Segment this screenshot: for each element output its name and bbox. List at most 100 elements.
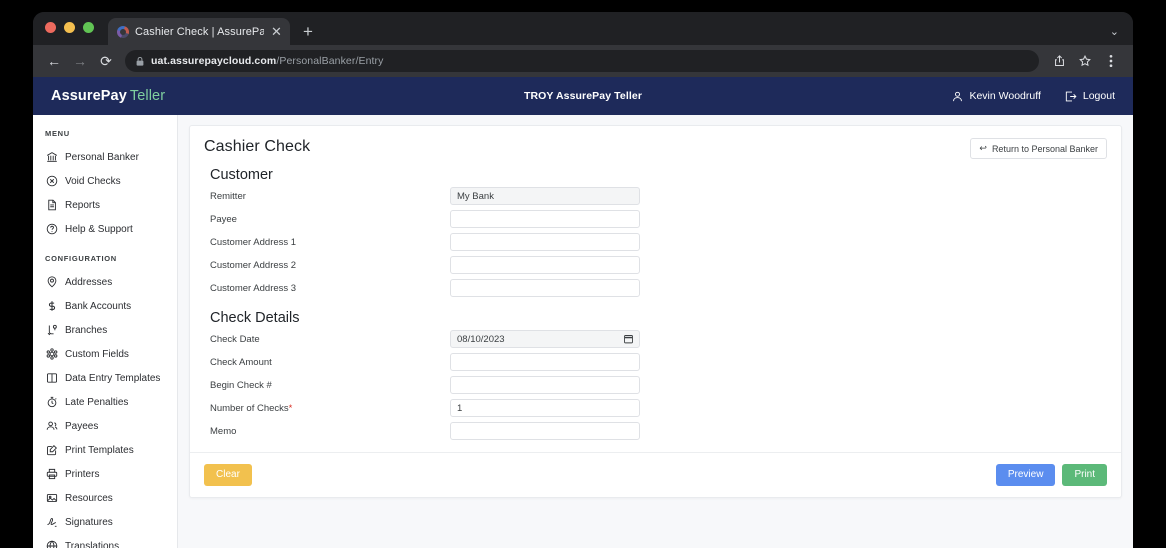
brand-suffix: Teller	[129, 88, 166, 104]
field-label: Check Date	[210, 333, 260, 345]
sidebar-item-label: Help & Support	[65, 223, 133, 235]
sidebar-item-reports[interactable]: Reports	[33, 193, 177, 217]
customer-address-2-input[interactable]	[450, 256, 640, 274]
minimize-window-button[interactable]	[64, 21, 75, 33]
sidebar-item-label: Branches	[65, 324, 108, 336]
forward-button[interactable]: →	[67, 48, 93, 74]
begin-check-number-input[interactable]	[450, 376, 640, 394]
kebab-menu-icon[interactable]	[1099, 49, 1123, 73]
field-label: Payee	[210, 213, 237, 225]
branch-icon	[45, 324, 58, 337]
sidebar-item-resources[interactable]: Resources	[33, 486, 177, 510]
sidebar-item-label: Custom Fields	[65, 348, 129, 360]
sidebar-item-print-templates[interactable]: Print Templates	[33, 438, 177, 462]
sidebar-item-label: Addresses	[65, 276, 113, 288]
field-row-customer-address-1: Customer Address 1	[204, 233, 1107, 251]
edit-square-icon	[45, 444, 58, 457]
sidebar-section-menu: MENU	[45, 129, 70, 138]
field-label: Customer Address 2	[210, 259, 297, 271]
sidebar-item-label: Resources	[65, 492, 113, 504]
clear-button[interactable]: Clear	[204, 464, 252, 486]
sidebar-item-label: Reports	[65, 199, 101, 211]
close-window-button[interactable]	[45, 21, 56, 33]
remitter-input[interactable]: My Bank	[450, 187, 640, 205]
sidebar-item-label: Print Templates	[65, 444, 134, 456]
maximize-window-button[interactable]	[83, 21, 94, 33]
return-button-label: Return to Personal Banker	[991, 143, 1098, 154]
field-row-payee: Payee	[204, 210, 1107, 228]
sidebar-item-addresses[interactable]: Addresses	[33, 270, 177, 294]
user-menu[interactable]: Kevin Woodruff	[952, 90, 1041, 102]
back-button[interactable]: ←	[41, 48, 67, 74]
browser-tab-title: Cashier Check | AssurePayClou	[135, 25, 264, 38]
dollar-icon	[45, 300, 58, 313]
sidebar-item-payees[interactable]: Payees	[33, 414, 177, 438]
customer-address-1-input[interactable]	[450, 233, 640, 251]
sidebar-item-data-entry-templates[interactable]: Data Entry Templates	[33, 366, 177, 390]
app-header: AssurePay Teller TROY AssurePay Teller Ke…	[33, 77, 1133, 115]
main-content: Cashier Check ↩ Return to Personal Banke…	[178, 115, 1133, 548]
sidebar-item-late-penalties[interactable]: Late Penalties	[33, 390, 177, 414]
required-asterisk: *	[288, 402, 293, 414]
customer-address-3-input[interactable]	[450, 279, 640, 297]
new-tab-button[interactable]: +	[303, 23, 313, 40]
calendar-icon[interactable]	[624, 334, 633, 344]
app-logo[interactable]: AssurePay Teller	[51, 88, 165, 104]
address-bar[interactable]: uat.assurepaycloud.com/PersonalBanker/En…	[125, 50, 1039, 72]
cashier-check-card: Cashier Check ↩ Return to Personal Banke…	[189, 125, 1122, 498]
check-amount-input[interactable]	[450, 353, 640, 371]
sidebar-item-help-support[interactable]: Help & Support	[33, 217, 177, 241]
return-to-personal-banker-button[interactable]: ↩ Return to Personal Banker	[970, 138, 1107, 159]
field-row-customer-address-2: Customer Address 2	[204, 256, 1107, 274]
sidebar-item-translations[interactable]: Translations	[33, 534, 177, 548]
puzzle-icon	[45, 348, 58, 361]
page-viewport: AssurePay Teller TROY AssurePay Teller Ke…	[33, 77, 1133, 548]
sidebar-item-custom-fields[interactable]: Custom Fields	[33, 342, 177, 366]
field-label: Remitter	[210, 190, 246, 202]
field-label: Customer Address 3	[210, 282, 297, 294]
app-header-actions: Kevin Woodruff Logout	[952, 90, 1115, 102]
sidebar-item-personal-banker[interactable]: Personal Banker	[33, 145, 177, 169]
number-of-checks-input[interactable]: 1	[450, 399, 640, 417]
question-circle-icon	[45, 223, 58, 236]
sidebar-item-printers[interactable]: Printers	[33, 462, 177, 486]
toolbar-actions	[1047, 49, 1123, 73]
field-row-memo: Memo	[204, 422, 1107, 440]
sidebar-item-label: Signatures	[65, 516, 113, 528]
field-row-check-amount: Check Amount	[204, 353, 1107, 371]
document-icon	[45, 199, 58, 212]
return-arrow-icon: ↩	[979, 143, 987, 153]
users-icon	[45, 420, 58, 433]
payee-input[interactable]	[450, 210, 640, 228]
memo-input[interactable]	[450, 422, 640, 440]
sidebar-item-signatures[interactable]: Signatures	[33, 510, 177, 534]
sidebar-item-label: Payees	[65, 420, 99, 432]
sidebar-item-label: Bank Accounts	[65, 300, 132, 312]
bookmark-star-icon[interactable]	[1073, 49, 1097, 73]
chevron-down-icon[interactable]: ⌄	[1110, 27, 1119, 38]
close-icon[interactable]: ✕	[270, 25, 283, 38]
preview-button[interactable]: Preview	[995, 464, 1056, 486]
brand-name: AssurePay	[51, 88, 127, 104]
site-favicon	[117, 25, 129, 38]
page-title: Cashier Check	[204, 138, 311, 155]
browser-tab-strip: Cashier Check | AssurePayClou ✕ + ⌄	[33, 12, 1133, 45]
print-button[interactable]: Print	[1062, 464, 1107, 486]
sidebar-item-label: Personal Banker	[65, 151, 139, 163]
field-row-customer-address-3: Customer Address 3	[204, 279, 1107, 297]
logout-button[interactable]: Logout	[1065, 90, 1115, 102]
share-icon[interactable]	[1047, 49, 1071, 73]
customer-section-title: Customer	[210, 167, 273, 183]
globe-icon	[45, 540, 58, 548]
field-label: Customer Address 1	[210, 236, 297, 248]
field-row-begin-check-number: Begin Check #	[204, 376, 1107, 394]
printer-icon	[45, 468, 58, 481]
sidebar-item-bank-accounts[interactable]: Bank Accounts	[33, 294, 177, 318]
card-footer: Clear Preview Print	[190, 452, 1121, 497]
check-date-input[interactable]: 08/10/2023	[450, 330, 640, 348]
sidebar-item-void-checks[interactable]: Void Checks	[33, 169, 177, 193]
sidebar-item-label: Printers	[65, 468, 100, 480]
sidebar-item-branches[interactable]: Branches	[33, 318, 177, 342]
browser-tab[interactable]: Cashier Check | AssurePayClou ✕	[108, 18, 290, 45]
reload-button[interactable]: ⟳	[93, 48, 119, 74]
